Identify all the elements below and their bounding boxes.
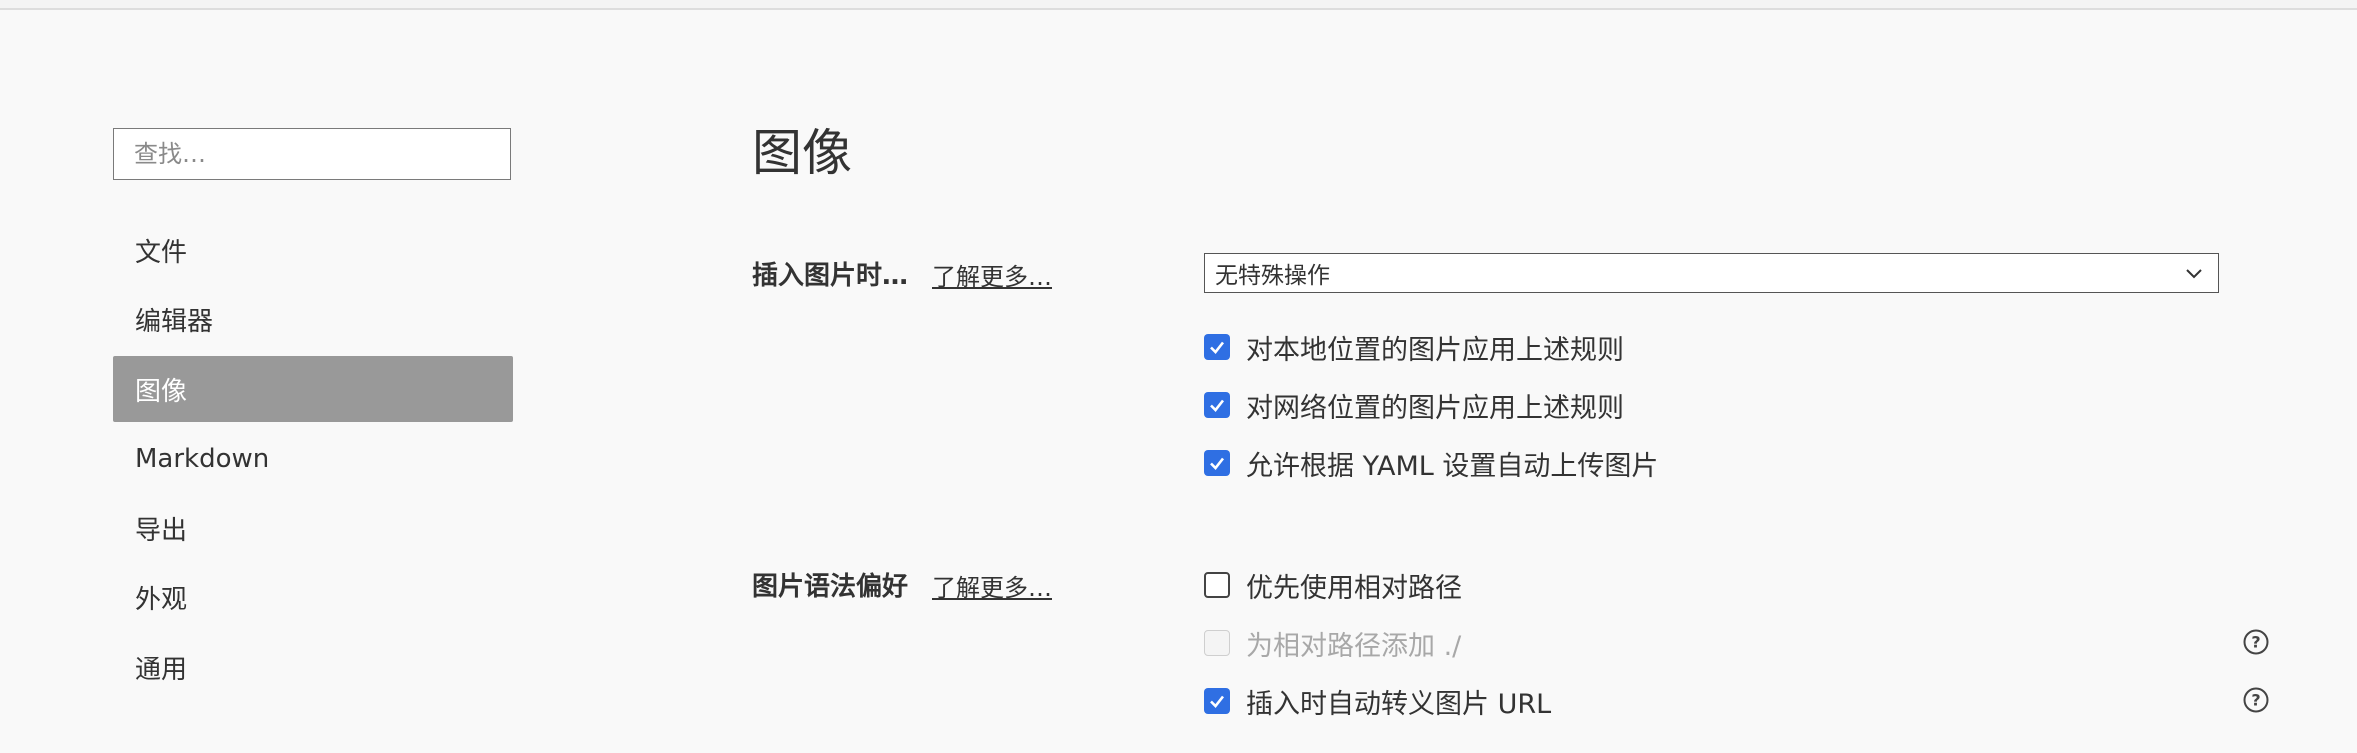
checkmark-icon <box>1210 695 1225 708</box>
checkbox-label: 对网络位置的图片应用上述规则 <box>1246 392 1624 424</box>
sidebar-item-export[interactable]: 导出 <box>113 495 513 561</box>
sidebar-item-appearance[interactable]: 外观 <box>113 565 513 631</box>
select-value: 无特殊操作 <box>1215 263 1330 289</box>
sidebar-item-label: Markdown <box>135 443 270 474</box>
checkbox-row-local-images: 对本地位置的图片应用上述规则 <box>1204 327 1624 367</box>
checkmark-icon <box>1210 457 1225 470</box>
window-top-border <box>0 0 2357 10</box>
checkbox-label: 优先使用相对路径 <box>1246 572 1462 604</box>
apply-local-images-checkbox[interactable] <box>1204 334 1230 360</box>
sidebar-item-label: 通用 <box>135 654 188 685</box>
page-title: 图像 <box>752 124 852 182</box>
svg-text:?: ? <box>2251 691 2260 710</box>
checkbox-row-network-images: 对网络位置的图片应用上述规则 <box>1204 385 1624 425</box>
image-syntax-label: 图片语法偏好 <box>752 572 909 602</box>
checkbox-label: 允许根据 YAML 设置自动上传图片 <box>1246 450 1659 482</box>
checkbox-label: 为相对路径添加 ./ <box>1246 630 1462 662</box>
chevron-down-icon <box>2186 269 2202 279</box>
question-circle-icon[interactable]: ? <box>2242 628 2270 656</box>
sidebar-item-label: 图像 <box>135 376 188 407</box>
checkbox-row-yaml-upload: 允许根据 YAML 设置自动上传图片 <box>1204 443 1658 483</box>
image-syntax-learn-more-link[interactable]: 了解更多… <box>932 568 1052 603</box>
add-dot-slash-checkbox <box>1204 630 1230 656</box>
escape-image-url-checkbox[interactable] <box>1204 688 1230 714</box>
sidebar-item-editor[interactable]: 编辑器 <box>113 287 513 353</box>
insert-image-label: 插入图片时… <box>752 261 909 291</box>
checkbox-row-relative-path: 优先使用相对路径 <box>1204 565 1462 605</box>
sidebar-item-markdown[interactable]: Markdown <box>113 426 513 492</box>
sidebar-nav: 文件 编辑器 图像 Markdown 导出 外观 通用 <box>113 217 513 704</box>
yaml-auto-upload-checkbox[interactable] <box>1204 450 1230 476</box>
search-input[interactable] <box>113 128 511 180</box>
checkbox-label: 对本地位置的图片应用上述规则 <box>1246 334 1624 366</box>
checkmark-icon <box>1210 341 1225 354</box>
sidebar-item-label: 导出 <box>135 515 188 546</box>
apply-network-images-checkbox[interactable] <box>1204 392 1230 418</box>
sidebar-item-general[interactable]: 通用 <box>113 634 513 700</box>
insert-image-action-select[interactable]: 无特殊操作 <box>1204 253 2219 293</box>
sidebar-item-file[interactable]: 文件 <box>113 217 513 283</box>
sidebar-item-label: 外观 <box>135 585 188 615</box>
checkbox-row-dot-slash: 为相对路径添加 ./ <box>1204 623 1461 663</box>
sidebar-item-label: 文件 <box>135 237 188 268</box>
sidebar-item-label: 编辑器 <box>135 307 214 337</box>
question-circle-icon[interactable]: ? <box>2242 686 2270 714</box>
checkbox-label: 插入时自动转义图片 URL <box>1246 688 1552 720</box>
sidebar-item-image[interactable]: 图像 <box>113 356 513 422</box>
checkbox-row-escape-url: 插入时自动转义图片 URL <box>1204 681 1551 721</box>
svg-text:?: ? <box>2251 633 2260 652</box>
insert-image-learn-more-link[interactable]: 了解更多… <box>932 257 1052 292</box>
prefer-relative-path-checkbox[interactable] <box>1204 572 1230 598</box>
checkmark-icon <box>1210 399 1225 412</box>
